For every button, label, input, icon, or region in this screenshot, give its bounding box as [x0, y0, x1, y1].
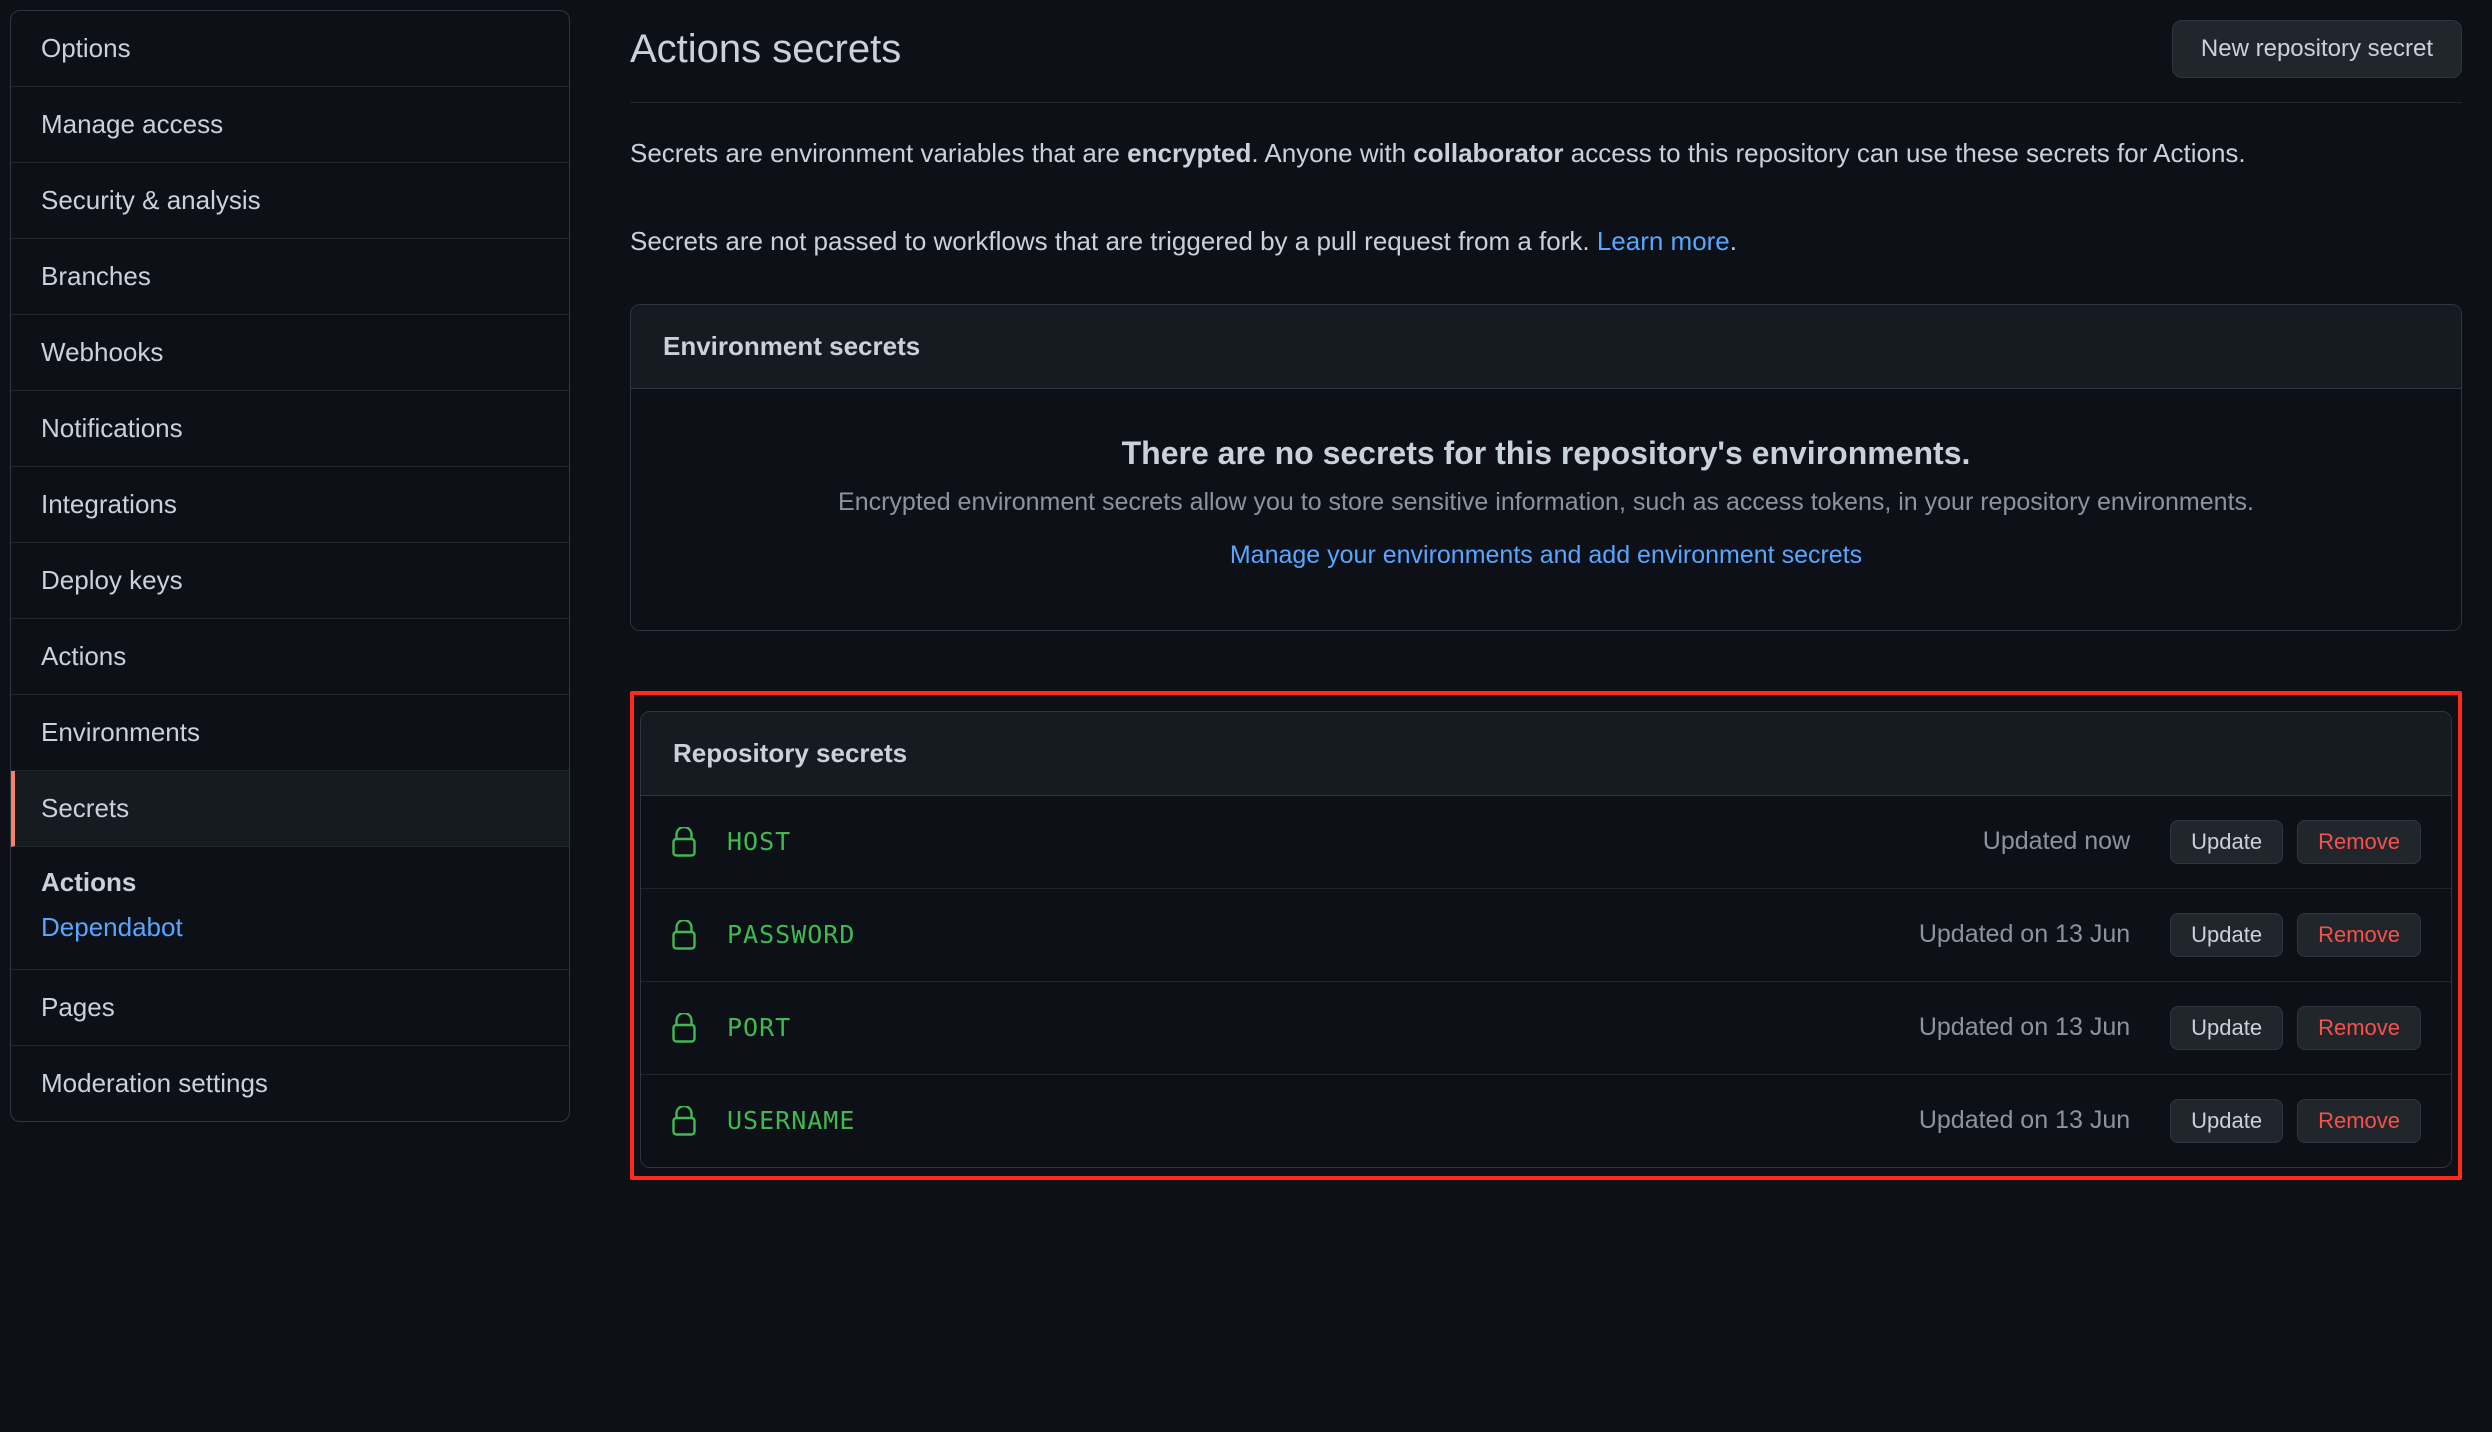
update-secret-button[interactable]: Update	[2170, 1006, 2283, 1050]
sidebar-item-webhooks[interactable]: Webhooks	[11, 315, 569, 391]
sidebar-item-security-analysis[interactable]: Security & analysis	[11, 163, 569, 239]
lock-icon	[671, 1106, 697, 1136]
secret-name: PASSWORD	[727, 920, 1919, 949]
intro-seg: .	[1730, 226, 1737, 256]
sidebar-item-label: Options	[41, 33, 131, 63]
secret-name: HOST	[727, 827, 1983, 856]
sidebar-item-moderation-settings[interactable]: Moderation settings	[11, 1046, 569, 1121]
settings-sidebar: Options Manage access Security & analysi…	[10, 10, 570, 1190]
intro-seg: Secrets are environment variables that a…	[630, 138, 1127, 168]
sidebar-item-manage-access[interactable]: Manage access	[11, 87, 569, 163]
sidebar-item-label: Branches	[41, 261, 151, 291]
secret-actions: Update Remove	[2170, 820, 2421, 864]
new-repository-secret-button[interactable]: New repository secret	[2172, 20, 2462, 78]
manage-environments-link[interactable]: Manage your environments and add environ…	[1230, 541, 1862, 569]
remove-secret-button[interactable]: Remove	[2297, 1099, 2421, 1143]
secret-name: USERNAME	[727, 1106, 1919, 1135]
sidebar-link-dependabot[interactable]: Dependabot	[41, 912, 539, 943]
repository-secrets-panel: Repository secrets HOST Updated now Upda…	[640, 711, 2452, 1168]
sidebar-item-branches[interactable]: Branches	[11, 239, 569, 315]
intro-bold-collaborator: collaborator	[1413, 138, 1563, 168]
panel-header: Repository secrets	[641, 712, 2451, 796]
sidebar-item-label: Webhooks	[41, 337, 163, 367]
remove-secret-button[interactable]: Remove	[2297, 820, 2421, 864]
environment-secrets-panel: Environment secrets There are no secrets…	[630, 304, 2462, 631]
sidebar-list: Options Manage access Security & analysi…	[10, 10, 570, 1122]
secret-actions: Update Remove	[2170, 1006, 2421, 1050]
secret-row: HOST Updated now Update Remove	[641, 796, 2451, 888]
sidebar-item-environments[interactable]: Environments	[11, 695, 569, 771]
sidebar-item-label: Environments	[41, 717, 200, 747]
lock-icon	[671, 920, 697, 950]
sidebar-item-label: Pages	[41, 992, 115, 1022]
sidebar-item-label: Secrets	[41, 793, 129, 823]
update-secret-button[interactable]: Update	[2170, 1099, 2283, 1143]
sidebar-item-actions[interactable]: Actions	[11, 619, 569, 695]
sidebar-sub-heading: Actions	[41, 867, 539, 898]
sidebar-item-label: Security & analysis	[41, 185, 261, 215]
intro-bold-encrypted: encrypted	[1127, 138, 1251, 168]
secret-actions: Update Remove	[2170, 1099, 2421, 1143]
repository-secrets-highlight: Repository secrets HOST Updated now Upda…	[630, 691, 2462, 1180]
sidebar-item-label: Deploy keys	[41, 565, 183, 595]
sidebar-item-deploy-keys[interactable]: Deploy keys	[11, 543, 569, 619]
secret-row: USERNAME Updated on 13 Jun Update Remove	[641, 1074, 2451, 1167]
page-title: Actions secrets	[630, 27, 901, 72]
empty-description: Encrypted environment secrets allow you …	[671, 488, 2421, 517]
intro-seg: Secrets are not passed to workflows that…	[630, 226, 1597, 256]
main-content: Actions secrets New repository secret Se…	[570, 10, 2482, 1190]
update-secret-button[interactable]: Update	[2170, 820, 2283, 864]
lock-icon	[671, 827, 697, 857]
secret-updated: Updated on 13 Jun	[1919, 1013, 2130, 1042]
sidebar-item-label: Manage access	[41, 109, 223, 139]
environment-secrets-empty: There are no secrets for this repository…	[631, 389, 2461, 630]
sidebar-item-secrets[interactable]: Secrets	[11, 771, 569, 847]
remove-secret-button[interactable]: Remove	[2297, 1006, 2421, 1050]
repository-secrets-list: HOST Updated now Update Remove PASSWORD …	[641, 796, 2451, 1167]
update-secret-button[interactable]: Update	[2170, 913, 2283, 957]
learn-more-link[interactable]: Learn more	[1597, 226, 1730, 256]
secret-updated: Updated on 13 Jun	[1919, 920, 2130, 949]
sidebar-secrets-subsection: Actions Dependabot	[11, 847, 569, 970]
intro-seg: . Anyone with	[1251, 138, 1413, 168]
sidebar-item-notifications[interactable]: Notifications	[11, 391, 569, 467]
sidebar-item-options[interactable]: Options	[11, 11, 569, 87]
sidebar-item-pages[interactable]: Pages	[11, 970, 569, 1046]
secret-name: PORT	[727, 1013, 1919, 1042]
intro-seg: access to this repository can use these …	[1564, 138, 2246, 168]
intro-text: Secrets are environment variables that a…	[630, 131, 2462, 264]
sidebar-item-integrations[interactable]: Integrations	[11, 467, 569, 543]
secret-row: PASSWORD Updated on 13 Jun Update Remove	[641, 888, 2451, 981]
page-header: Actions secrets New repository secret	[630, 20, 2462, 103]
secret-actions: Update Remove	[2170, 913, 2421, 957]
secret-updated: Updated now	[1983, 827, 2130, 856]
remove-secret-button[interactable]: Remove	[2297, 913, 2421, 957]
sidebar-item-label: Integrations	[41, 489, 177, 519]
sidebar-item-label: Notifications	[41, 413, 183, 443]
lock-icon	[671, 1013, 697, 1043]
sidebar-item-label: Actions	[41, 641, 126, 671]
secret-row: PORT Updated on 13 Jun Update Remove	[641, 981, 2451, 1074]
panel-header: Environment secrets	[631, 305, 2461, 389]
empty-title: There are no secrets for this repository…	[671, 435, 2421, 472]
secret-updated: Updated on 13 Jun	[1919, 1106, 2130, 1135]
sidebar-item-label: Moderation settings	[41, 1068, 268, 1098]
